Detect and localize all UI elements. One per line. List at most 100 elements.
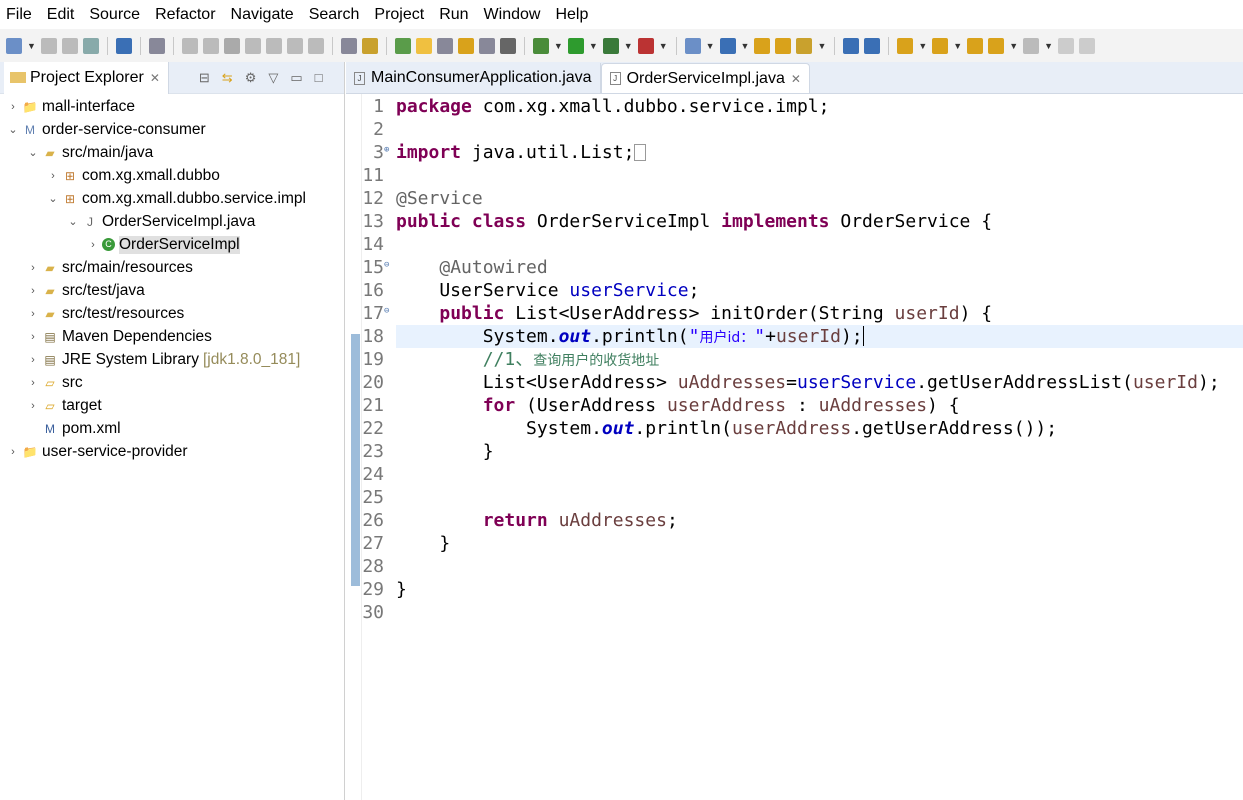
terminate-icon[interactable] — [223, 37, 240, 54]
menu-refactor[interactable]: Refactor — [155, 6, 215, 24]
search-icon[interactable] — [436, 37, 453, 54]
link-with-editor-icon[interactable]: ⇆ — [222, 70, 233, 86]
chevron-right-icon[interactable]: › — [6, 446, 20, 458]
dropdown-arrow-icon[interactable]: ▼ — [589, 41, 598, 51]
last-edit-icon[interactable] — [967, 37, 984, 54]
tree-item[interactable]: › ▱ src — [26, 371, 83, 394]
code-line[interactable]: 20 List<UserAddress> uAddresses=userServ… — [346, 371, 1243, 394]
menu-search[interactable]: Search — [309, 6, 360, 24]
code-line[interactable]: 15 ⊖ @Autowired — [346, 256, 1243, 279]
step-into-icon[interactable] — [265, 37, 282, 54]
chevron-right-icon[interactable]: › — [26, 285, 40, 297]
open-task-icon[interactable] — [775, 37, 792, 54]
dropdown-arrow-icon[interactable]: ▼ — [741, 41, 750, 51]
code-line[interactable]: 23 } — [346, 440, 1243, 463]
skip-breakpoints-icon[interactable] — [148, 37, 165, 54]
task-icon[interactable] — [864, 37, 881, 54]
whitespace-icon[interactable] — [499, 37, 516, 54]
dropdown-arrow-icon[interactable]: ▼ — [1044, 41, 1053, 51]
chevron-right-icon[interactable]: › — [26, 354, 40, 366]
debug-icon[interactable] — [532, 37, 549, 54]
next-annotation-icon[interactable] — [897, 37, 914, 54]
drop-frame-icon[interactable] — [340, 37, 357, 54]
annotations-icon[interactable] — [457, 37, 474, 54]
tree-item[interactable]: ⌄ ⊞ com.xg.xmall.dubbo.service.impl — [46, 187, 306, 210]
tree-item[interactable]: › ▤ JRE System Library [jdk1.8.0_181] — [26, 348, 300, 371]
tree-item[interactable]: › ▤ Maven Dependencies — [26, 325, 212, 348]
chevron-right-icon[interactable]: › — [26, 400, 40, 412]
code-line[interactable]: 24 — [346, 463, 1243, 486]
code-line[interactable]: 13 public class OrderServiceImpl implemen… — [346, 210, 1243, 233]
chevron-right-icon[interactable]: › — [26, 262, 40, 274]
code-line[interactable]: 19 //1、查询用户的收货地址 — [346, 348, 1243, 371]
block-selection-icon[interactable] — [478, 37, 495, 54]
resume-icon[interactable] — [181, 37, 198, 54]
suspend-icon[interactable] — [202, 37, 219, 54]
menu-run[interactable]: Run — [439, 6, 468, 24]
dropdown-arrow-icon[interactable]: ▼ — [27, 41, 36, 51]
collapse-fold-icon[interactable]: ⊖ — [384, 254, 389, 277]
filter-icon[interactable]: ⚙ — [245, 70, 257, 86]
tree-item[interactable]: › 📁 mall-interface — [6, 95, 135, 118]
chevron-down-icon[interactable]: ⌄ — [26, 146, 40, 159]
code-line[interactable]: 1 package com.xg.xmall.dubbo.service.impl… — [346, 95, 1243, 118]
code-line[interactable]: 3 ⊕ import java.util.List; — [346, 141, 1243, 164]
back-icon[interactable] — [988, 37, 1005, 54]
code-line[interactable]: 30 — [346, 601, 1243, 624]
dropdown-arrow-icon[interactable]: ▼ — [659, 41, 668, 51]
web-browser-icon[interactable] — [843, 37, 860, 54]
project-explorer-tab[interactable]: Project Explorer ✕ — [4, 61, 169, 94]
terminal-icon[interactable] — [115, 37, 132, 54]
tree-item[interactable]: › ▰ src/main/resources — [26, 256, 193, 279]
code-line[interactable]: 21 for (UserAddress userAddress : uAddre… — [346, 394, 1243, 417]
menu-help[interactable]: Help — [555, 6, 588, 24]
code-line[interactable]: 14 — [346, 233, 1243, 256]
editor-tab[interactable]: J MainConsumerApplication.java — [346, 63, 601, 93]
menu-source[interactable]: Source — [89, 6, 140, 24]
maximize-icon[interactable]: □ — [315, 70, 323, 86]
chevron-right-icon[interactable]: › — [86, 239, 100, 251]
step-over-icon[interactable] — [286, 37, 303, 54]
dropdown-arrow-icon[interactable]: ▼ — [624, 41, 633, 51]
pin2-icon[interactable] — [1079, 37, 1096, 54]
new-java-project-icon[interactable] — [684, 37, 701, 54]
code-line[interactable]: 16 UserService userService; — [346, 279, 1243, 302]
run-coverage-icon[interactable] — [602, 37, 619, 54]
save-icon[interactable] — [40, 37, 57, 54]
search2-icon[interactable] — [796, 37, 813, 54]
menu-window[interactable]: Window — [484, 6, 541, 24]
toggle-breakpoint-icon[interactable] — [394, 37, 411, 54]
code-line[interactable]: 28 — [346, 555, 1243, 578]
pin-icon[interactable] — [1058, 37, 1075, 54]
dropdown-arrow-icon[interactable]: ▼ — [706, 41, 715, 51]
code-line[interactable]: 17 ⊖ public List<UserAddress> initOrder(S… — [346, 302, 1243, 325]
close-icon[interactable]: ✕ — [791, 72, 801, 86]
print-icon[interactable] — [82, 37, 99, 54]
tree-item[interactable]: › ▰ src/test/resources — [26, 302, 184, 325]
dropdown-arrow-icon[interactable]: ▼ — [554, 41, 563, 51]
tree-item[interactable]: ⌄ J OrderServiceImpl.java — [66, 210, 255, 233]
tree-item[interactable]: › 📁 user-service-provider — [6, 440, 187, 463]
prev-annotation-icon[interactable] — [932, 37, 949, 54]
expand-fold-icon[interactable]: ⊕ — [384, 139, 389, 162]
open-type-icon[interactable] — [754, 37, 771, 54]
code-line[interactable]: 2 — [346, 118, 1243, 141]
minimize-icon[interactable]: ▭ — [290, 70, 302, 86]
code-line[interactable]: 26 return uAddresses; — [346, 509, 1243, 532]
menu-file[interactable]: File — [6, 6, 32, 24]
chevron-down-icon[interactable]: ⌄ — [66, 215, 80, 228]
step-return-icon[interactable] — [307, 37, 324, 54]
code-line[interactable]: 27 } — [346, 532, 1243, 555]
dropdown-arrow-icon[interactable]: ▼ — [1009, 41, 1018, 51]
collapse-all-icon[interactable]: ⊟ — [199, 70, 210, 86]
dropdown-arrow-icon[interactable]: ▼ — [918, 41, 927, 51]
external-tools-icon[interactable] — [637, 37, 654, 54]
view-menu-icon[interactable]: ▽ — [268, 70, 278, 86]
tree-item[interactable]: Mpom.xml — [26, 417, 121, 440]
dropdown-arrow-icon[interactable]: ▼ — [817, 41, 826, 51]
tree-item[interactable]: ⌄ Morder-service-consumer — [6, 118, 205, 141]
folded-imports-icon[interactable] — [634, 144, 647, 161]
code-line[interactable]: 11 — [346, 164, 1243, 187]
chevron-down-icon[interactable]: ⌄ — [6, 123, 20, 136]
chevron-right-icon[interactable]: › — [6, 101, 20, 113]
